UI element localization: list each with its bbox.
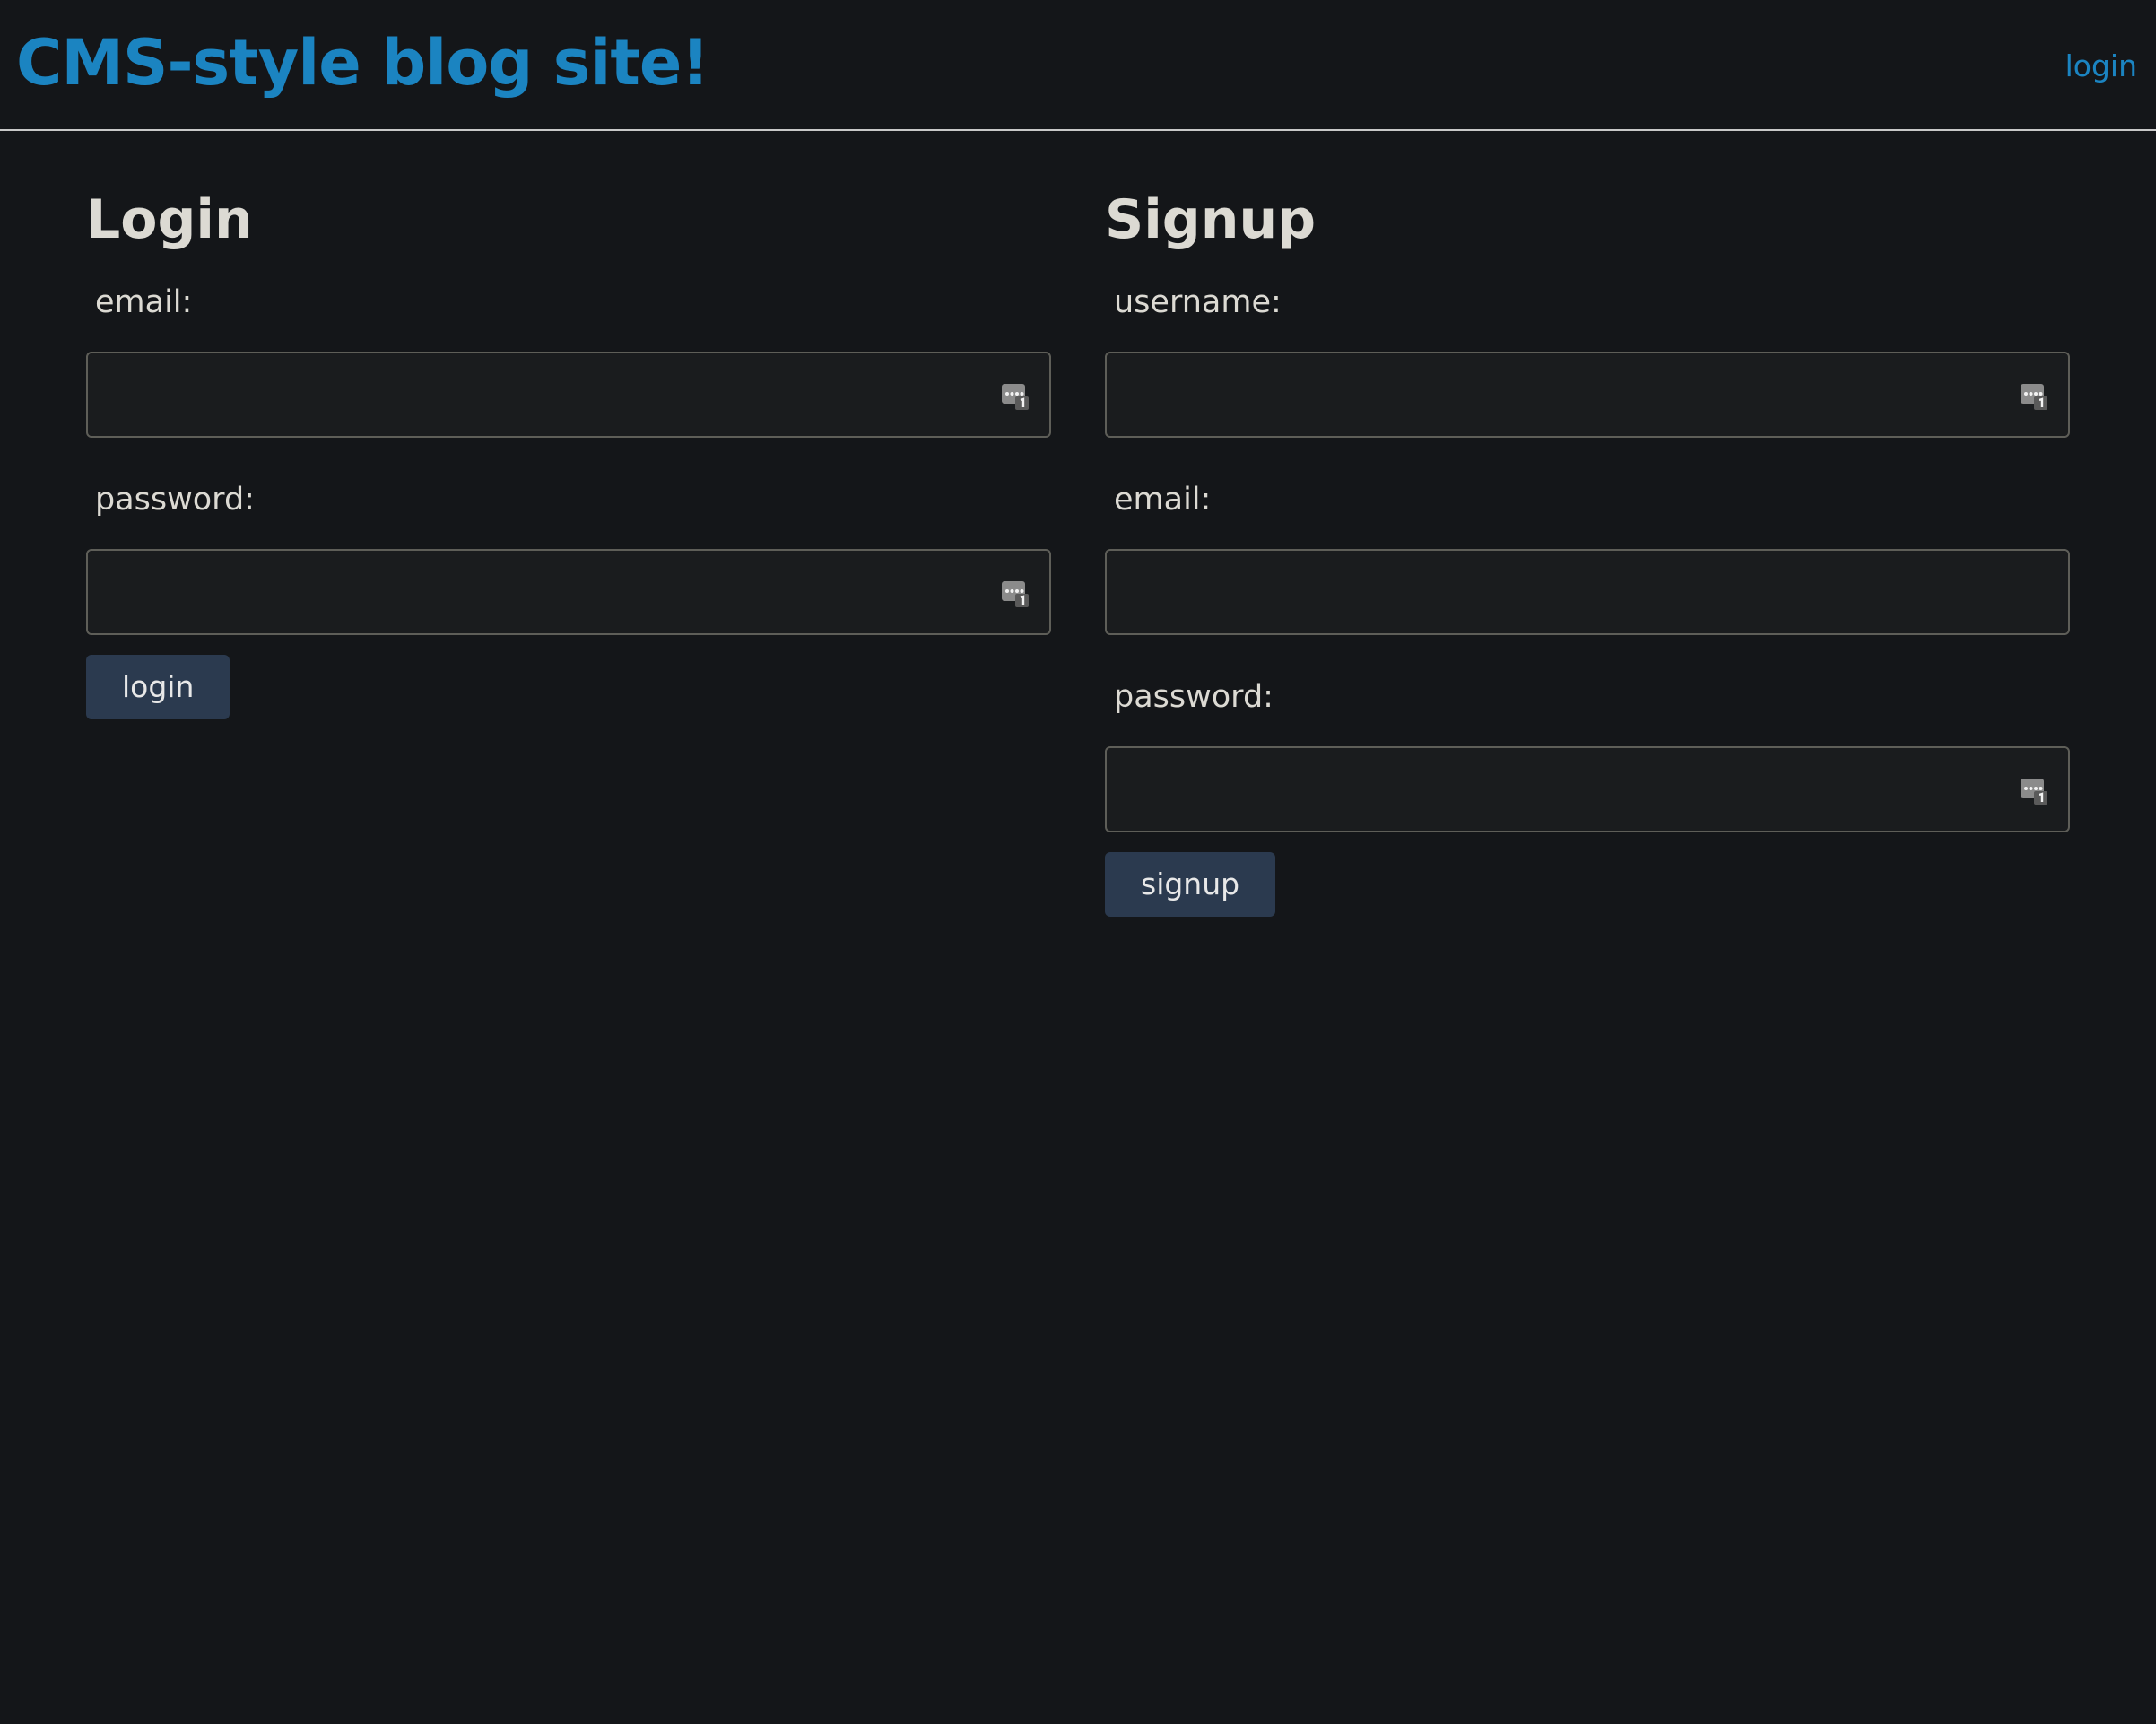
site-title: CMS-style blog site! xyxy=(16,26,709,100)
login-email-field xyxy=(86,352,1051,438)
login-password-field xyxy=(86,549,1051,635)
login-email-input[interactable] xyxy=(88,353,1049,436)
signup-username-field xyxy=(1105,352,2070,438)
signup-panel: Signup username: email: password: signup xyxy=(1105,179,2070,917)
signup-password-input[interactable] xyxy=(1107,748,2068,831)
login-password-input[interactable] xyxy=(88,551,1049,633)
signup-username-label: username: xyxy=(1114,284,1282,320)
signup-password-field xyxy=(1105,746,2070,832)
site-header: CMS-style blog site! login xyxy=(0,0,2156,131)
password-manager-icon[interactable] xyxy=(2020,380,2048,411)
signup-email-input[interactable] xyxy=(1107,551,2068,633)
login-title: Login xyxy=(86,188,253,251)
signup-button[interactable]: signup xyxy=(1105,852,1276,917)
signup-email-label: email: xyxy=(1114,482,1212,518)
login-email-label: email: xyxy=(95,284,193,320)
signup-email-field xyxy=(1105,549,2070,635)
signup-username-input[interactable] xyxy=(1107,353,2068,436)
signup-password-label: password: xyxy=(1114,679,1274,715)
login-password-label: password: xyxy=(95,482,255,518)
signup-title: Signup xyxy=(1105,188,1317,251)
password-manager-icon[interactable] xyxy=(1001,380,1030,411)
password-manager-icon[interactable] xyxy=(2020,775,2048,805)
login-panel: Login email: password: login xyxy=(86,179,1051,719)
password-manager-icon[interactable] xyxy=(1001,578,1030,608)
login-button[interactable]: login xyxy=(86,655,230,719)
nav-login-link[interactable]: login xyxy=(2065,47,2137,86)
